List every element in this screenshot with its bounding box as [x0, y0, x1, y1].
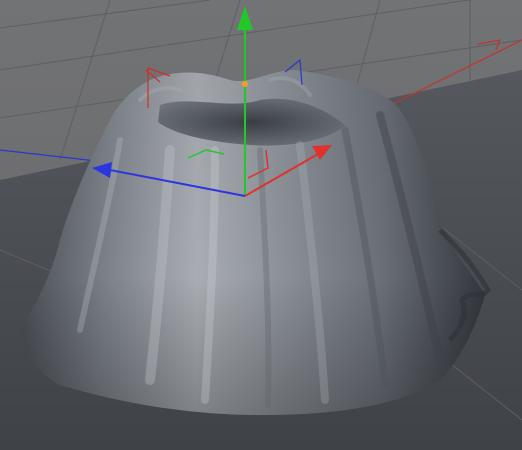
scene-canvas[interactable] — [0, 0, 522, 450]
pivot-point[interactable] — [242, 81, 248, 87]
3d-viewport[interactable] — [0, 0, 522, 450]
